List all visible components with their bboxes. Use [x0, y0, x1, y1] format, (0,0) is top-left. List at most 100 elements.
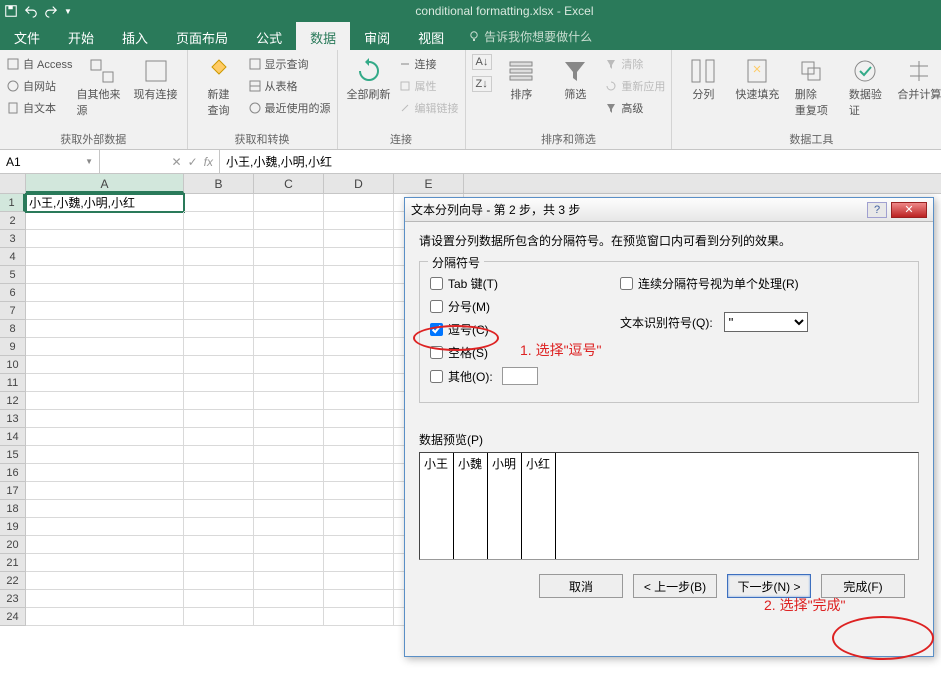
cell[interactable]	[324, 248, 394, 266]
cell[interactable]	[184, 320, 254, 338]
cell[interactable]	[324, 446, 394, 464]
cell[interactable]	[254, 194, 324, 212]
menu-view[interactable]: 视图	[404, 22, 458, 50]
cell[interactable]	[26, 554, 184, 572]
cell[interactable]	[184, 446, 254, 464]
clear-filter-button[interactable]: 清除	[604, 54, 665, 74]
cell[interactable]	[254, 320, 324, 338]
cell[interactable]	[26, 266, 184, 284]
sort-desc-button[interactable]: Z↓	[472, 76, 493, 92]
redo-icon[interactable]	[44, 4, 58, 18]
treat-consecutive-checkbox[interactable]: 连续分隔符号视为单个处理(R)	[620, 272, 808, 295]
help-icon[interactable]: ?	[867, 202, 887, 218]
cell[interactable]	[324, 500, 394, 518]
text-qualifier-select[interactable]: "	[724, 312, 808, 332]
cell[interactable]	[26, 446, 184, 464]
cell[interactable]	[324, 212, 394, 230]
cell[interactable]	[324, 374, 394, 392]
cell[interactable]	[184, 590, 254, 608]
row-header[interactable]: 1	[0, 194, 25, 212]
cell[interactable]	[184, 500, 254, 518]
sort-asc-button[interactable]: A↓	[472, 54, 493, 70]
row-header[interactable]: 15	[0, 446, 25, 464]
cell[interactable]	[184, 554, 254, 572]
cell[interactable]	[254, 356, 324, 374]
edit-links-button[interactable]: 编辑链接	[398, 98, 459, 118]
cell[interactable]	[26, 536, 184, 554]
cell[interactable]	[254, 518, 324, 536]
cell[interactable]: 小王,小魏,小明,小红	[26, 194, 184, 212]
cell[interactable]	[324, 482, 394, 500]
cell[interactable]	[184, 284, 254, 302]
cell[interactable]	[26, 356, 184, 374]
column-header[interactable]: C	[254, 174, 324, 193]
cell[interactable]	[254, 230, 324, 248]
properties-button[interactable]: 属性	[398, 76, 459, 96]
row-header[interactable]: 9	[0, 338, 25, 356]
qat-dropdown-icon[interactable]: ▼	[64, 7, 72, 16]
cell[interactable]	[184, 428, 254, 446]
sort-button[interactable]: 排序	[496, 54, 546, 104]
text-to-columns-button[interactable]: 分列	[678, 54, 728, 104]
advanced-filter-button[interactable]: 高级	[604, 98, 665, 118]
menu-data[interactable]: 数据	[296, 22, 350, 50]
row-header[interactable]: 12	[0, 392, 25, 410]
cell[interactable]	[184, 266, 254, 284]
cell[interactable]	[324, 230, 394, 248]
cell[interactable]	[26, 392, 184, 410]
cell[interactable]	[254, 410, 324, 428]
menu-page-layout[interactable]: 页面布局	[162, 22, 242, 50]
cell[interactable]	[184, 338, 254, 356]
cell[interactable]	[26, 338, 184, 356]
cell[interactable]	[324, 338, 394, 356]
refresh-all-button[interactable]: 全部刷新	[344, 54, 394, 104]
cell[interactable]	[26, 464, 184, 482]
cell[interactable]	[184, 302, 254, 320]
row-header[interactable]: 24	[0, 608, 25, 626]
cell[interactable]	[324, 320, 394, 338]
cell[interactable]	[184, 374, 254, 392]
cell[interactable]	[324, 536, 394, 554]
cell[interactable]	[26, 590, 184, 608]
cell[interactable]	[254, 248, 324, 266]
cell[interactable]	[26, 374, 184, 392]
column-header[interactable]: B	[184, 174, 254, 193]
cells-area[interactable]: 小王,小魏,小明,小红	[26, 194, 464, 626]
row-header[interactable]: 17	[0, 482, 25, 500]
cell[interactable]	[184, 356, 254, 374]
cell[interactable]	[184, 572, 254, 590]
menu-insert[interactable]: 插入	[108, 22, 162, 50]
cell[interactable]	[254, 284, 324, 302]
row-header[interactable]: 3	[0, 230, 25, 248]
select-all-corner[interactable]	[0, 174, 26, 193]
cell[interactable]	[26, 608, 184, 626]
delimiter-space-checkbox[interactable]: 空格(S)	[430, 341, 610, 364]
cell[interactable]	[26, 212, 184, 230]
cell[interactable]	[26, 500, 184, 518]
row-header[interactable]: 7	[0, 302, 25, 320]
cell[interactable]	[254, 338, 324, 356]
row-header[interactable]: 16	[0, 464, 25, 482]
from-access-button[interactable]: 自 Access	[6, 54, 73, 74]
delimiter-comma-checkbox[interactable]: 逗号(C)	[430, 318, 610, 341]
row-header[interactable]: 10	[0, 356, 25, 374]
connections-button[interactable]: 连接	[398, 54, 459, 74]
cell[interactable]	[324, 608, 394, 626]
formula-input[interactable]: 小王,小魏,小明,小红	[220, 150, 941, 173]
cell[interactable]	[184, 608, 254, 626]
cell[interactable]	[254, 536, 324, 554]
cell[interactable]	[324, 356, 394, 374]
delimiter-tab-checkbox[interactable]: Tab 键(T)	[430, 272, 610, 295]
cancel-formula-icon[interactable]: ✕	[172, 155, 182, 169]
cell[interactable]	[26, 230, 184, 248]
delimiter-other-checkbox[interactable]: 其他(O):	[430, 364, 610, 388]
show-queries-button[interactable]: 显示查询	[248, 54, 331, 74]
save-icon[interactable]	[4, 4, 18, 18]
row-header[interactable]: 2	[0, 212, 25, 230]
data-validation-button[interactable]: 数据验 证	[840, 54, 890, 120]
cell[interactable]	[26, 572, 184, 590]
cell[interactable]	[324, 392, 394, 410]
from-web-button[interactable]: 自网站	[6, 76, 73, 96]
name-box[interactable]: A1▼	[0, 150, 100, 173]
undo-icon[interactable]	[24, 4, 38, 18]
